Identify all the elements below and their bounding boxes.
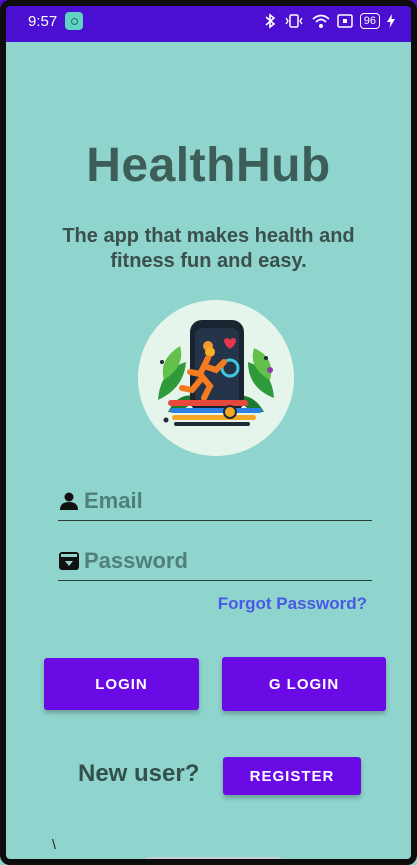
email-input[interactable] — [84, 484, 354, 517]
bluetooth-icon — [265, 13, 276, 29]
cast-icon — [337, 14, 353, 28]
password-input[interactable] — [84, 544, 354, 577]
status-time: 9:57 — [28, 12, 58, 30]
new-user-label: New user? — [78, 760, 200, 787]
gesture-nav-handle[interactable] — [145, 857, 282, 863]
fitness-logo-image — [138, 300, 294, 456]
login-button[interactable]: LOGIN — [44, 658, 199, 710]
archive-box-icon — [58, 550, 80, 572]
google-login-button[interactable]: G LOGIN — [222, 657, 386, 711]
email-field[interactable] — [58, 481, 372, 521]
person-icon — [58, 490, 80, 512]
status-icons: 96 — [264, 13, 395, 29]
battery-level: 96 — [363, 14, 376, 27]
wifi-icon — [312, 14, 330, 28]
vibrate-icon — [285, 14, 303, 28]
password-field[interactable] — [58, 541, 372, 581]
battery-icon: 96 — [359, 13, 380, 29]
stray-text: \ — [52, 836, 56, 852]
app-notification-icon — [65, 12, 84, 30]
status-left: 9:57 — [28, 12, 84, 30]
app-tagline: The app that makes health and fitness fu… — [62, 225, 355, 272]
app-title: HealthHub — [86, 139, 331, 192]
forgot-password-link[interactable]: Forgot Password? — [218, 594, 367, 614]
charging-icon — [387, 14, 395, 28]
app-logo — [138, 300, 294, 456]
status-bar: 9:57 96 — [0, 0, 417, 42]
register-button[interactable]: REGISTER — [223, 757, 361, 795]
